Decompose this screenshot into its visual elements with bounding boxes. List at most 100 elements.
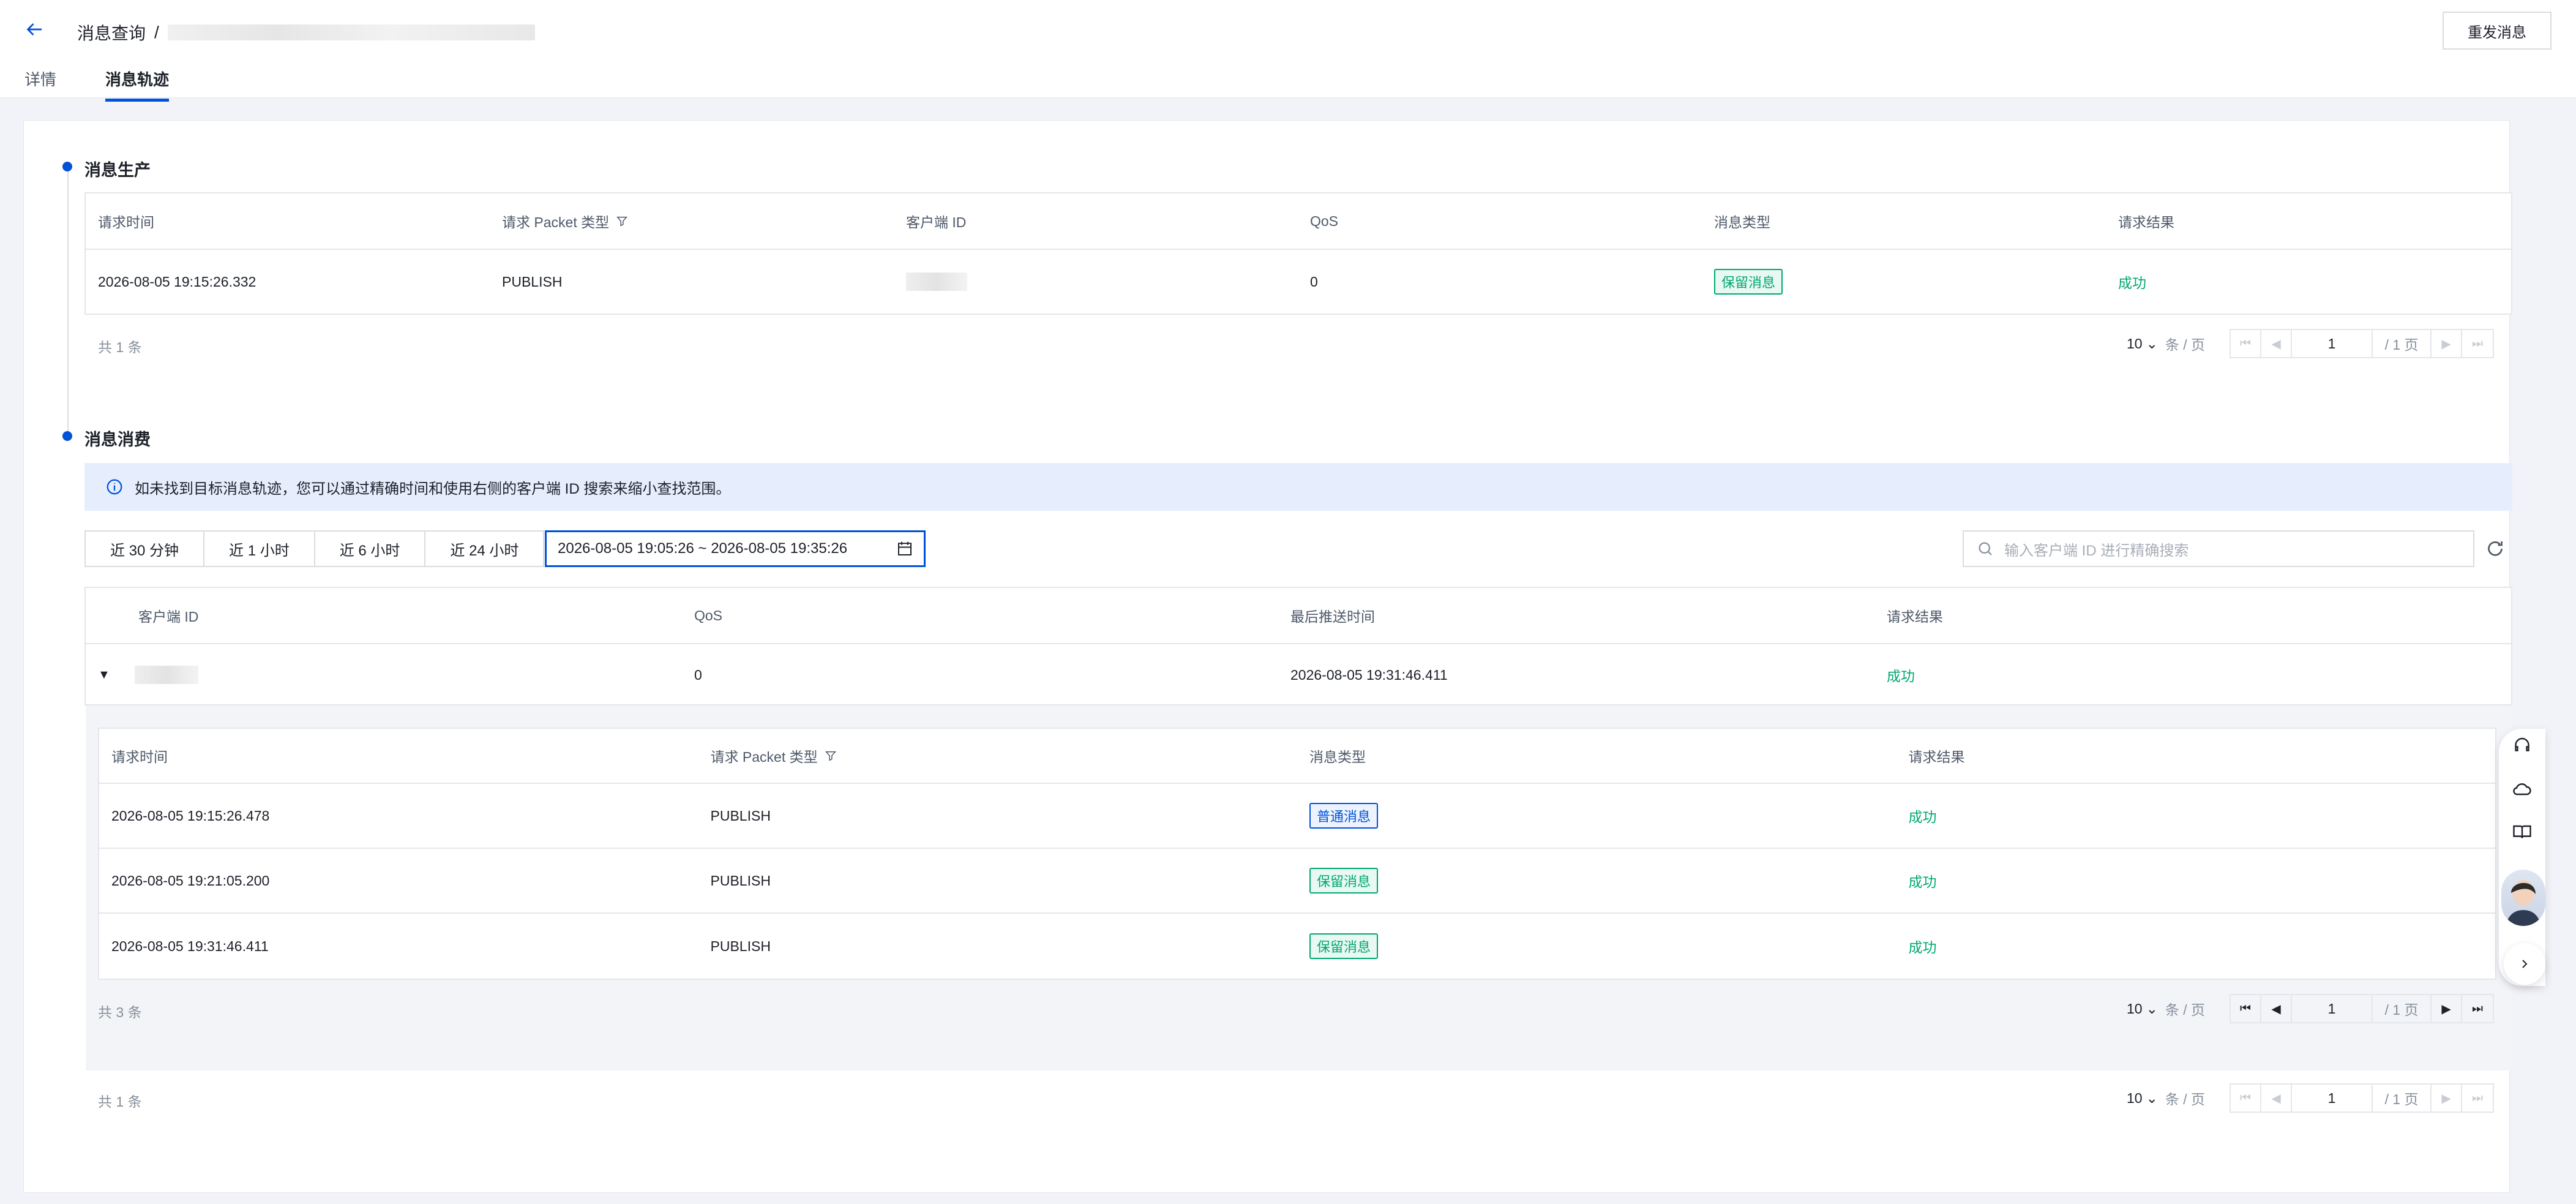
inner-pagination: 10 ⌄ 条 / 页 ⏮ ◀ 1 / 1 页 ▶ ⏭: [2127, 994, 2495, 1023]
expand-rail-button[interactable]: [2504, 943, 2545, 985]
filter-icon[interactable]: [824, 749, 837, 762]
cell-time: 2026-08-05 19:31:46.411: [111, 938, 269, 954]
page-size-unit: 条 / 页: [2165, 1091, 2206, 1107]
chevron-down-icon: ⌄: [2146, 1089, 2158, 1106]
cell-time: 2026-08-05 19:15:26.332: [98, 273, 256, 290]
calendar-icon: [898, 541, 912, 555]
top-bar: 消息查询 / 重发消息 详情 消息轨迹: [0, 0, 2576, 102]
page-size-value: 10: [2127, 335, 2143, 352]
cell-result: 成功: [1908, 939, 1937, 955]
redacted-client-id: [134, 666, 198, 684]
tab-details[interactable]: 详情: [24, 67, 56, 102]
breadcrumb: 消息查询 /: [77, 20, 535, 45]
table-header: 客户端 ID QoS 最后推送时间 请求结果: [86, 588, 2511, 644]
col-request-time: 请求时间: [98, 214, 154, 230]
table-header: 请求时间 请求 Packet 类型 消息类型 请求结果: [99, 729, 2495, 784]
section-title-consumption: 消息消费: [84, 431, 151, 449]
breadcrumb-link[interactable]: 消息查询: [77, 20, 146, 45]
resend-message-button[interactable]: 重发消息: [2443, 12, 2552, 50]
prev-page-icon[interactable]: ◀: [2261, 995, 2293, 1022]
info-icon: [107, 479, 122, 495]
assistant-avatar[interactable]: [2501, 870, 2545, 926]
table-row: ▼ 0 2026-08-05 19:31:46.411 成功: [86, 644, 2511, 705]
tab-message-trace[interactable]: 消息轨迹: [105, 67, 170, 102]
col-client-id: 客户端 ID: [906, 214, 967, 230]
page-size-select[interactable]: 10 ⌄: [2127, 1001, 2158, 1017]
cell-time: 2026-08-05 19:21:05.200: [111, 872, 270, 889]
cloud-icon[interactable]: [2511, 778, 2533, 800]
inner-total-count: 共 3 条: [98, 1004, 142, 1020]
col-packet-type-label: 请求 Packet 类型: [710, 749, 818, 765]
page-total: / 1 页: [2373, 330, 2432, 357]
avatar-illustration: [2506, 880, 2540, 926]
page-size-value: 10: [2127, 1000, 2143, 1017]
timeline-line: [67, 165, 69, 435]
production-table: 请求时间 请求 Packet 类型 客户端 ID QoS 消息类型 请求结果 2…: [84, 192, 2512, 315]
cell-message-type: 保留消息: [1297, 868, 1896, 894]
last-page-icon[interactable]: ⏭: [2462, 330, 2493, 357]
search-icon: [1979, 542, 1992, 555]
total-count: 共 1 条: [98, 1094, 142, 1110]
date-range-value: 2026-08-05 19:05:26 ~ 2026-08-05 19:35:2…: [558, 540, 848, 557]
page-input[interactable]: 1: [2292, 995, 2373, 1022]
range-24h-button[interactable]: 近 24 小时: [424, 530, 545, 567]
section-title-production: 消息生产: [84, 161, 151, 179]
col-packet-type: 请求 Packet 类型: [490, 211, 894, 231]
cell-result: 成功: [1908, 809, 1937, 825]
cell-client-id: [894, 273, 1298, 291]
page-size-select[interactable]: 10 ⌄: [2127, 1090, 2158, 1107]
chevron-down-icon: ⌄: [2146, 335, 2158, 352]
table-row: 2026-08-05 19:31:46.411 PUBLISH 保留消息 成功: [99, 914, 2495, 979]
prev-page-icon[interactable]: ◀: [2261, 330, 2293, 357]
col-packet-type-label: 请求 Packet 类型: [502, 214, 610, 230]
retained-message-tag: 保留消息: [1309, 868, 1379, 894]
cell-message-type: 普通消息: [1297, 803, 1896, 829]
last-page-icon[interactable]: ⏭: [2462, 995, 2493, 1022]
total-count: 共 1 条: [98, 339, 142, 355]
cell-packet: PUBLISH: [710, 807, 771, 824]
client-id-search-input[interactable]: 输入客户端 ID 进行精确搜索: [1963, 530, 2474, 567]
cell-qos: 0: [694, 666, 702, 683]
refresh-icon[interactable]: [2484, 538, 2506, 560]
page-buttons: ⏮ ◀ 1 / 1 页 ▶ ⏭: [2230, 1083, 2495, 1113]
range-30min-button[interactable]: 近 30 分钟: [84, 530, 204, 567]
col-qos: QoS: [1310, 213, 1339, 229]
first-page-icon[interactable]: ⏮: [2231, 330, 2262, 357]
prev-page-icon[interactable]: ◀: [2261, 1085, 2293, 1112]
first-page-icon[interactable]: ⏮: [2231, 1085, 2262, 1112]
pagination: 10 ⌄ 条 / 页 ⏮ ◀ 1 / 1 页 ▶ ⏭: [2127, 329, 2495, 358]
col-request-time: 请求时间: [111, 749, 168, 765]
first-page-icon[interactable]: ⏮: [2231, 995, 2262, 1022]
filter-icon[interactable]: [615, 214, 629, 228]
retained-message-tag: 保留消息: [1714, 269, 1783, 295]
col-result: 请求结果: [2118, 214, 2174, 230]
tab-bar: 详情 消息轨迹: [24, 67, 170, 102]
cell-last-push: 2026-08-05 19:31:46.411: [1290, 666, 1448, 683]
col-message-type: 消息类型: [1309, 749, 1366, 765]
cell-result: 成功: [1887, 668, 1915, 684]
page-size-select[interactable]: 10 ⌄: [2127, 336, 2158, 352]
book-icon[interactable]: [2511, 821, 2533, 843]
back-arrow-icon[interactable]: [23, 18, 45, 40]
date-range-picker[interactable]: 2026-08-05 19:05:26 ~ 2026-08-05 19:35:2…: [545, 530, 926, 567]
page-input[interactable]: 1: [2292, 330, 2373, 357]
col-qos: QoS: [694, 607, 723, 623]
collapse-caret-icon[interactable]: ▼: [98, 668, 110, 682]
range-1h-button[interactable]: 近 1 小时: [203, 530, 314, 567]
customer-service-icon[interactable]: [2511, 735, 2533, 757]
next-page-icon[interactable]: ▶: [2432, 1085, 2463, 1112]
next-page-icon[interactable]: ▶: [2432, 995, 2463, 1022]
page-size-value: 10: [2127, 1089, 2143, 1106]
cell-result: 成功: [2118, 275, 2146, 291]
retained-message-tag: 保留消息: [1309, 933, 1379, 959]
last-page-icon[interactable]: ⏭: [2462, 1085, 2493, 1112]
next-page-icon[interactable]: ▶: [2432, 330, 2463, 357]
timeline-dot: [62, 162, 72, 171]
redacted-client-id: [906, 273, 967, 291]
page-input[interactable]: 1: [2292, 1085, 2373, 1112]
breadcrumb-separator: /: [154, 23, 159, 42]
col-result: 请求结果: [1887, 609, 1943, 625]
consumption-table: 客户端 ID QoS 最后推送时间 请求结果 ▼ 0 2026-08-05 19…: [84, 587, 2512, 705]
col-last-push-time: 最后推送时间: [1290, 609, 1375, 625]
range-6h-button[interactable]: 近 6 小时: [313, 530, 425, 567]
